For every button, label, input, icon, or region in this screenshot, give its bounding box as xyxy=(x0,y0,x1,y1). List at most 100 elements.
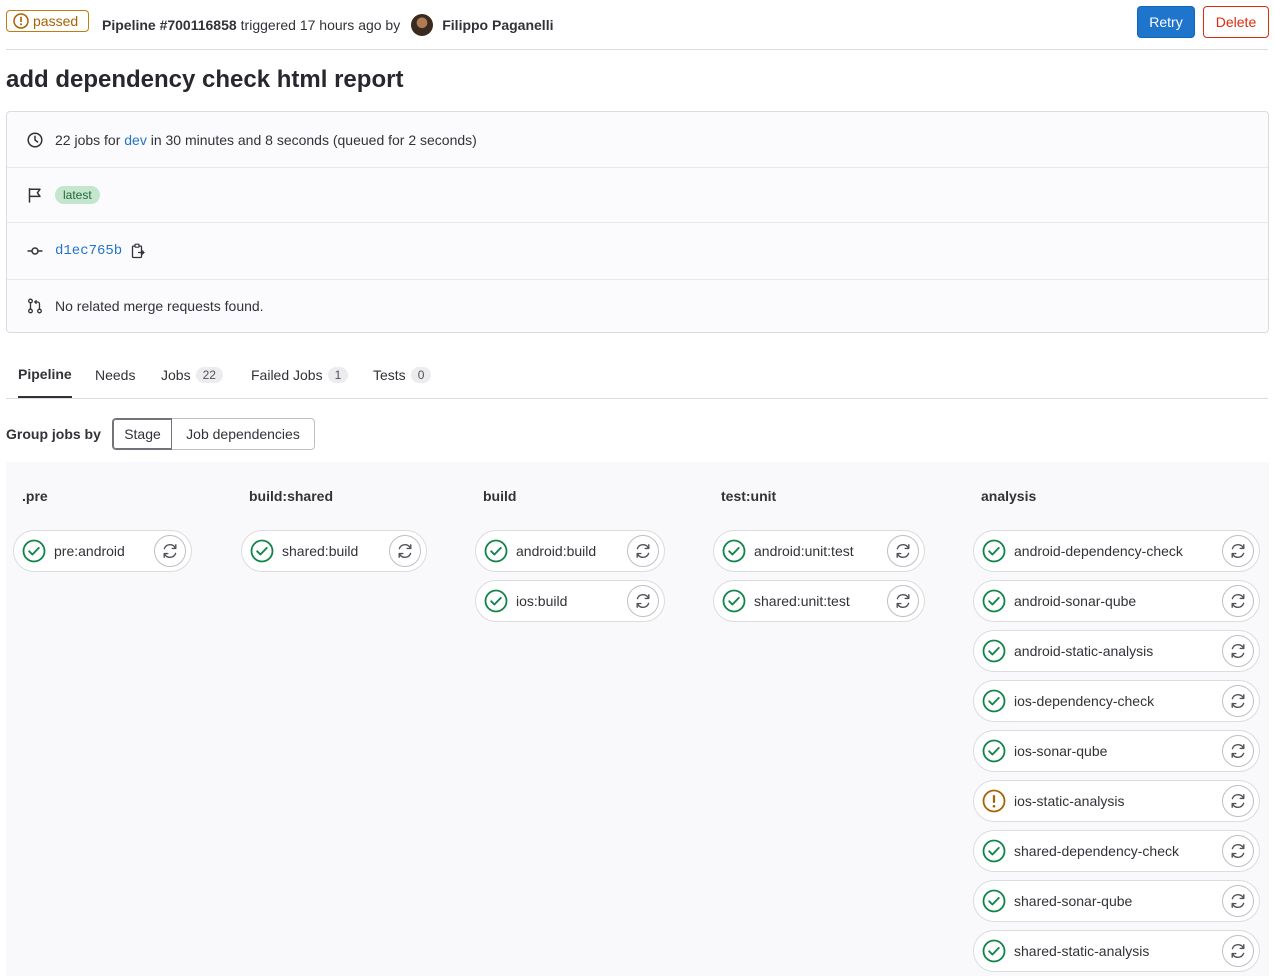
job-name: shared-sonar-qube xyxy=(1014,893,1133,909)
copy-icon[interactable] xyxy=(131,243,146,259)
job-name: shared-static-analysis xyxy=(1014,943,1150,959)
tab-jobs-label: Jobs xyxy=(161,366,191,383)
info-row-jobs: 22 jobs for dev in 30 minutes and 8 seco… xyxy=(7,112,1268,168)
retry-job-icon[interactable] xyxy=(887,585,919,617)
tab-tests[interactable]: Tests 0 xyxy=(373,352,432,397)
delete-button[interactable]: Delete xyxy=(1203,6,1269,38)
success-status-icon xyxy=(982,739,1006,763)
success-status-icon xyxy=(982,689,1006,713)
job-pill[interactable]: ios-sonar-qube xyxy=(973,730,1260,772)
tab-needs[interactable]: Needs xyxy=(95,352,135,397)
retry-job-icon[interactable] xyxy=(627,535,659,567)
job-name: ios-static-analysis xyxy=(1014,793,1125,809)
success-status-icon xyxy=(982,539,1006,563)
stage-title: build xyxy=(483,488,517,504)
job-pill[interactable]: shared:unit:test xyxy=(713,580,925,622)
duration-text: in 30 minutes and 8 seconds (queued for … xyxy=(146,131,477,148)
tab-jobs[interactable]: Jobs 22 xyxy=(161,352,223,397)
success-status-icon xyxy=(484,539,508,563)
retry-job-icon[interactable] xyxy=(1222,735,1254,767)
merge-requests-text: No related merge requests found. xyxy=(55,297,264,314)
job-pill[interactable]: ios-static-analysis xyxy=(973,780,1260,822)
job-name: android-dependency-check xyxy=(1014,543,1183,559)
success-status-icon xyxy=(982,589,1006,613)
warning-icon xyxy=(13,13,29,29)
pipeline-tabs: Pipeline Needs Jobs 22 Failed Jobs 1 Tests… xyxy=(6,352,1268,399)
group-jobs-label: Group jobs by xyxy=(6,426,101,442)
failed-count-badge: 1 xyxy=(327,366,349,383)
job-name: ios:build xyxy=(516,593,568,609)
user-name[interactable]: Filippo Paganelli xyxy=(442,17,553,33)
job-pill[interactable]: pre:android xyxy=(13,530,192,572)
job-pill[interactable]: ios:build xyxy=(475,580,665,622)
job-pill[interactable]: ios-dependency-check xyxy=(973,680,1260,722)
retry-job-icon[interactable] xyxy=(1222,585,1254,617)
job-pill[interactable]: shared-dependency-check xyxy=(973,830,1260,872)
job-name: shared-dependency-check xyxy=(1014,843,1179,859)
job-name: shared:build xyxy=(282,543,359,559)
merge-request-icon xyxy=(27,298,43,314)
retry-job-icon[interactable] xyxy=(627,585,659,617)
jobs-summary: 22 jobs for xyxy=(55,131,125,148)
avatar[interactable] xyxy=(411,14,434,36)
job-pill[interactable]: shared:build xyxy=(241,530,427,572)
latest-badge: latest xyxy=(55,185,100,204)
retry-job-icon[interactable] xyxy=(154,535,186,567)
success-status-icon xyxy=(982,889,1006,913)
success-status-icon xyxy=(982,839,1006,863)
retry-job-icon[interactable] xyxy=(1222,935,1254,967)
job-pill[interactable]: shared-static-analysis xyxy=(973,930,1260,972)
clock-icon xyxy=(27,131,43,148)
success-status-icon xyxy=(250,539,274,563)
pipeline-info: 22 jobs for dev in 30 minutes and 8 seco… xyxy=(6,111,1269,333)
job-pill[interactable]: android-dependency-check xyxy=(973,530,1260,572)
pipeline-id: Pipeline #700116858 xyxy=(102,17,237,33)
job-name: shared:unit:test xyxy=(754,593,850,609)
retry-job-icon[interactable] xyxy=(887,535,919,567)
stage-title: analysis xyxy=(981,488,1037,504)
info-row-commit: d1ec765b xyxy=(7,222,1268,280)
job-name: pre:android xyxy=(54,543,125,559)
retry-job-icon[interactable] xyxy=(1222,835,1254,867)
status-label: passed xyxy=(33,13,79,29)
success-status-icon xyxy=(484,589,508,613)
success-status-icon xyxy=(982,639,1006,663)
job-name: android-static-analysis xyxy=(1014,643,1154,659)
pipeline-header: passed Pipeline #700116858 triggered 17 … xyxy=(6,0,1269,50)
retry-button[interactable]: Retry xyxy=(1137,6,1195,38)
pipeline-summary: Pipeline #700116858 triggered 17 hours a… xyxy=(102,14,553,36)
tests-count-badge: 0 xyxy=(410,366,432,383)
job-name: android:build xyxy=(516,543,597,559)
tab-needs-label: Needs xyxy=(95,366,136,383)
retry-job-icon[interactable] xyxy=(389,535,421,567)
job-pill[interactable]: android:build xyxy=(475,530,665,572)
job-name: android:unit:test xyxy=(754,543,854,559)
retry-job-icon[interactable] xyxy=(1222,635,1254,667)
tab-pipeline-label: Pipeline xyxy=(18,366,72,382)
stage-title: build:shared xyxy=(249,488,334,504)
job-name: ios-dependency-check xyxy=(1014,693,1155,709)
job-pill[interactable]: android-static-analysis xyxy=(973,630,1260,672)
retry-job-icon[interactable] xyxy=(1222,535,1254,567)
tab-pipeline[interactable]: Pipeline xyxy=(18,352,72,398)
branch-link[interactable]: dev xyxy=(124,132,147,148)
tab-failed-label: Failed Jobs xyxy=(251,366,323,383)
group-by-dependencies-button[interactable]: Job dependencies xyxy=(172,418,315,450)
retry-job-icon[interactable] xyxy=(1222,785,1254,817)
stage-title: test:unit xyxy=(721,488,777,504)
commit-sha[interactable]: d1ec765b xyxy=(55,243,122,259)
info-row-merge-requests: No related merge requests found. xyxy=(7,279,1268,332)
retry-job-icon[interactable] xyxy=(1222,685,1254,717)
job-name: android-sonar-qube xyxy=(1014,593,1137,609)
group-by-stage-button[interactable]: Stage xyxy=(112,418,173,450)
info-row-badges: latest xyxy=(7,167,1268,223)
success-status-icon xyxy=(982,939,1006,963)
job-pill[interactable]: android:unit:test xyxy=(713,530,925,572)
tab-failed-jobs[interactable]: Failed Jobs 1 xyxy=(251,352,349,397)
flag-icon xyxy=(27,187,43,203)
job-pill[interactable]: shared-sonar-qube xyxy=(973,880,1260,922)
retry-job-icon[interactable] xyxy=(1222,885,1254,917)
page-title: add dependency check html report xyxy=(6,66,404,93)
status-badge[interactable]: passed xyxy=(6,10,90,32)
job-pill[interactable]: android-sonar-qube xyxy=(973,580,1260,622)
